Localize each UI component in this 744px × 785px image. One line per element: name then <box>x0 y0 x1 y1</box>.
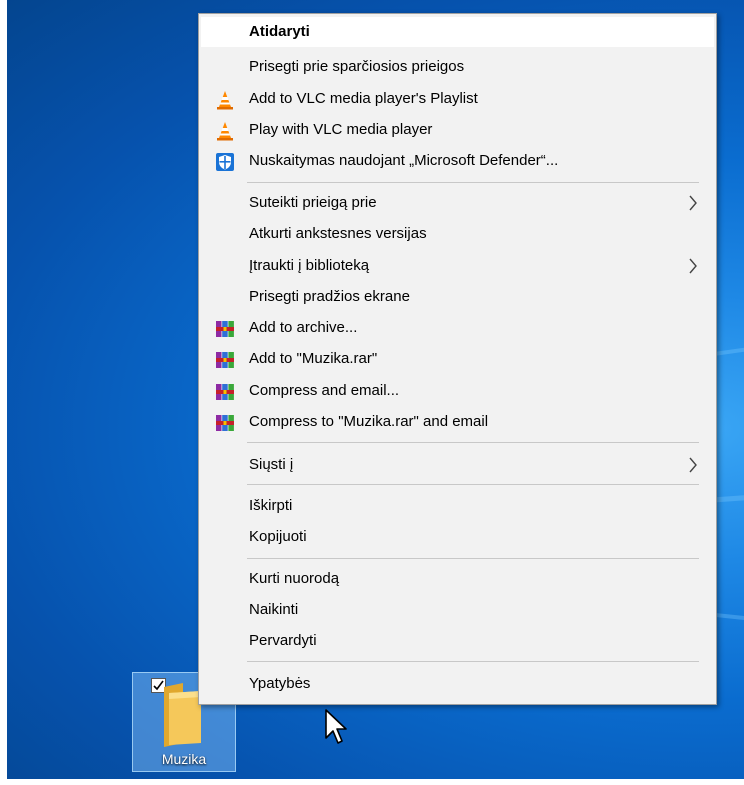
menu-separator <box>247 484 699 485</box>
winrar-icon <box>216 384 234 400</box>
menu-item-defender-scan[interactable]: Nuskaitymas naudojant „Microsoft Defende… <box>201 146 714 176</box>
menu-item-label: Prisegti pradžios ekrane <box>249 288 410 305</box>
winrar-icon <box>216 415 234 431</box>
menu-item-label: Kopijuoti <box>249 528 307 545</box>
chevron-right-icon <box>689 195 697 211</box>
menu-item-label: Nuskaitymas naudojant „Microsoft Defende… <box>249 152 559 169</box>
vlc-icon <box>217 122 233 141</box>
menu-separator <box>247 661 699 662</box>
menu-item-label: Siųsti į <box>249 456 294 473</box>
menu-item-label: Įtraukti į biblioteką <box>249 257 370 274</box>
menu-item-pin-quick-access[interactable]: Prisegti prie sparčiosios prieigos <box>201 52 714 82</box>
menu-separator <box>247 558 699 559</box>
menu-item-label: Atkurti ankstesnes versijas <box>249 225 427 242</box>
menu-separator <box>247 442 699 443</box>
vlc-icon <box>217 91 233 110</box>
menu-item-label: Compress to "Muzika.rar" and email <box>249 413 489 430</box>
menu-item-label: Play with VLC media player <box>249 121 433 138</box>
menu-item-label: Atidaryti <box>249 23 310 40</box>
menu-item-delete[interactable]: Naikinti <box>201 595 714 625</box>
menu-separator <box>247 182 699 183</box>
menu-item-label: Pervardyti <box>249 632 317 649</box>
menu-item-vlc-play[interactable]: Play with VLC media player <box>201 115 714 145</box>
menu-item-add-archive[interactable]: Add to archive... <box>201 313 714 343</box>
desktop-icon-label: Muzika <box>161 751 207 767</box>
menu-item-properties[interactable]: Ypatybės <box>201 669 714 699</box>
menu-item-create-shortcut[interactable]: Kurti nuorodą <box>201 564 714 594</box>
menu-item-give-access[interactable]: Suteikti prieigą prie <box>201 188 714 218</box>
menu-item-compress-rar-email[interactable]: Compress to "Muzika.rar" and email <box>201 407 714 437</box>
context-menu: Atidaryti Prisegti prie sparčiosios prie… <box>198 13 717 705</box>
menu-item-label: Kurti nuorodą <box>249 570 340 587</box>
menu-item-label: Compress and email... <box>249 382 400 399</box>
menu-item-vlc-playlist[interactable]: Add to VLC media player's Playlist <box>201 84 714 114</box>
menu-item-pin-start[interactable]: Prisegti pradžios ekrane <box>201 282 714 312</box>
defender-icon <box>216 153 234 171</box>
menu-item-add-to-rar[interactable]: Add to "Muzika.rar" <box>201 344 714 374</box>
menu-item-include-library[interactable]: Įtraukti į biblioteką <box>201 251 714 281</box>
menu-item-label: Ypatybės <box>249 675 311 692</box>
menu-item-label: Add to archive... <box>249 319 358 336</box>
menu-item-label: Suteikti prieigą prie <box>249 194 377 211</box>
winrar-icon <box>216 321 234 337</box>
menu-item-compress-email[interactable]: Compress and email... <box>201 376 714 406</box>
winrar-icon <box>216 352 234 368</box>
menu-item-label: Prisegti prie sparčiosios prieigos <box>249 58 465 75</box>
menu-item-rename[interactable]: Pervardyti <box>201 626 714 656</box>
menu-item-label: Naikinti <box>249 601 299 618</box>
chevron-right-icon <box>689 457 697 473</box>
menu-item-copy[interactable]: Kopijuoti <box>201 522 714 552</box>
menu-item-restore-versions[interactable]: Atkurti ankstesnes versijas <box>201 219 714 249</box>
menu-item-send-to[interactable]: Siųsti į <box>201 450 714 480</box>
menu-item-label: Add to VLC media player's Playlist <box>249 90 478 107</box>
chevron-right-icon <box>689 258 697 274</box>
menu-item-label: Iškirpti <box>249 497 293 514</box>
menu-item-cut[interactable]: Iškirpti <box>201 491 714 521</box>
mouse-pointer-icon <box>325 709 347 744</box>
menu-item-label: Add to "Muzika.rar" <box>249 350 378 367</box>
menu-item-open[interactable]: Atidaryti <box>201 17 714 47</box>
